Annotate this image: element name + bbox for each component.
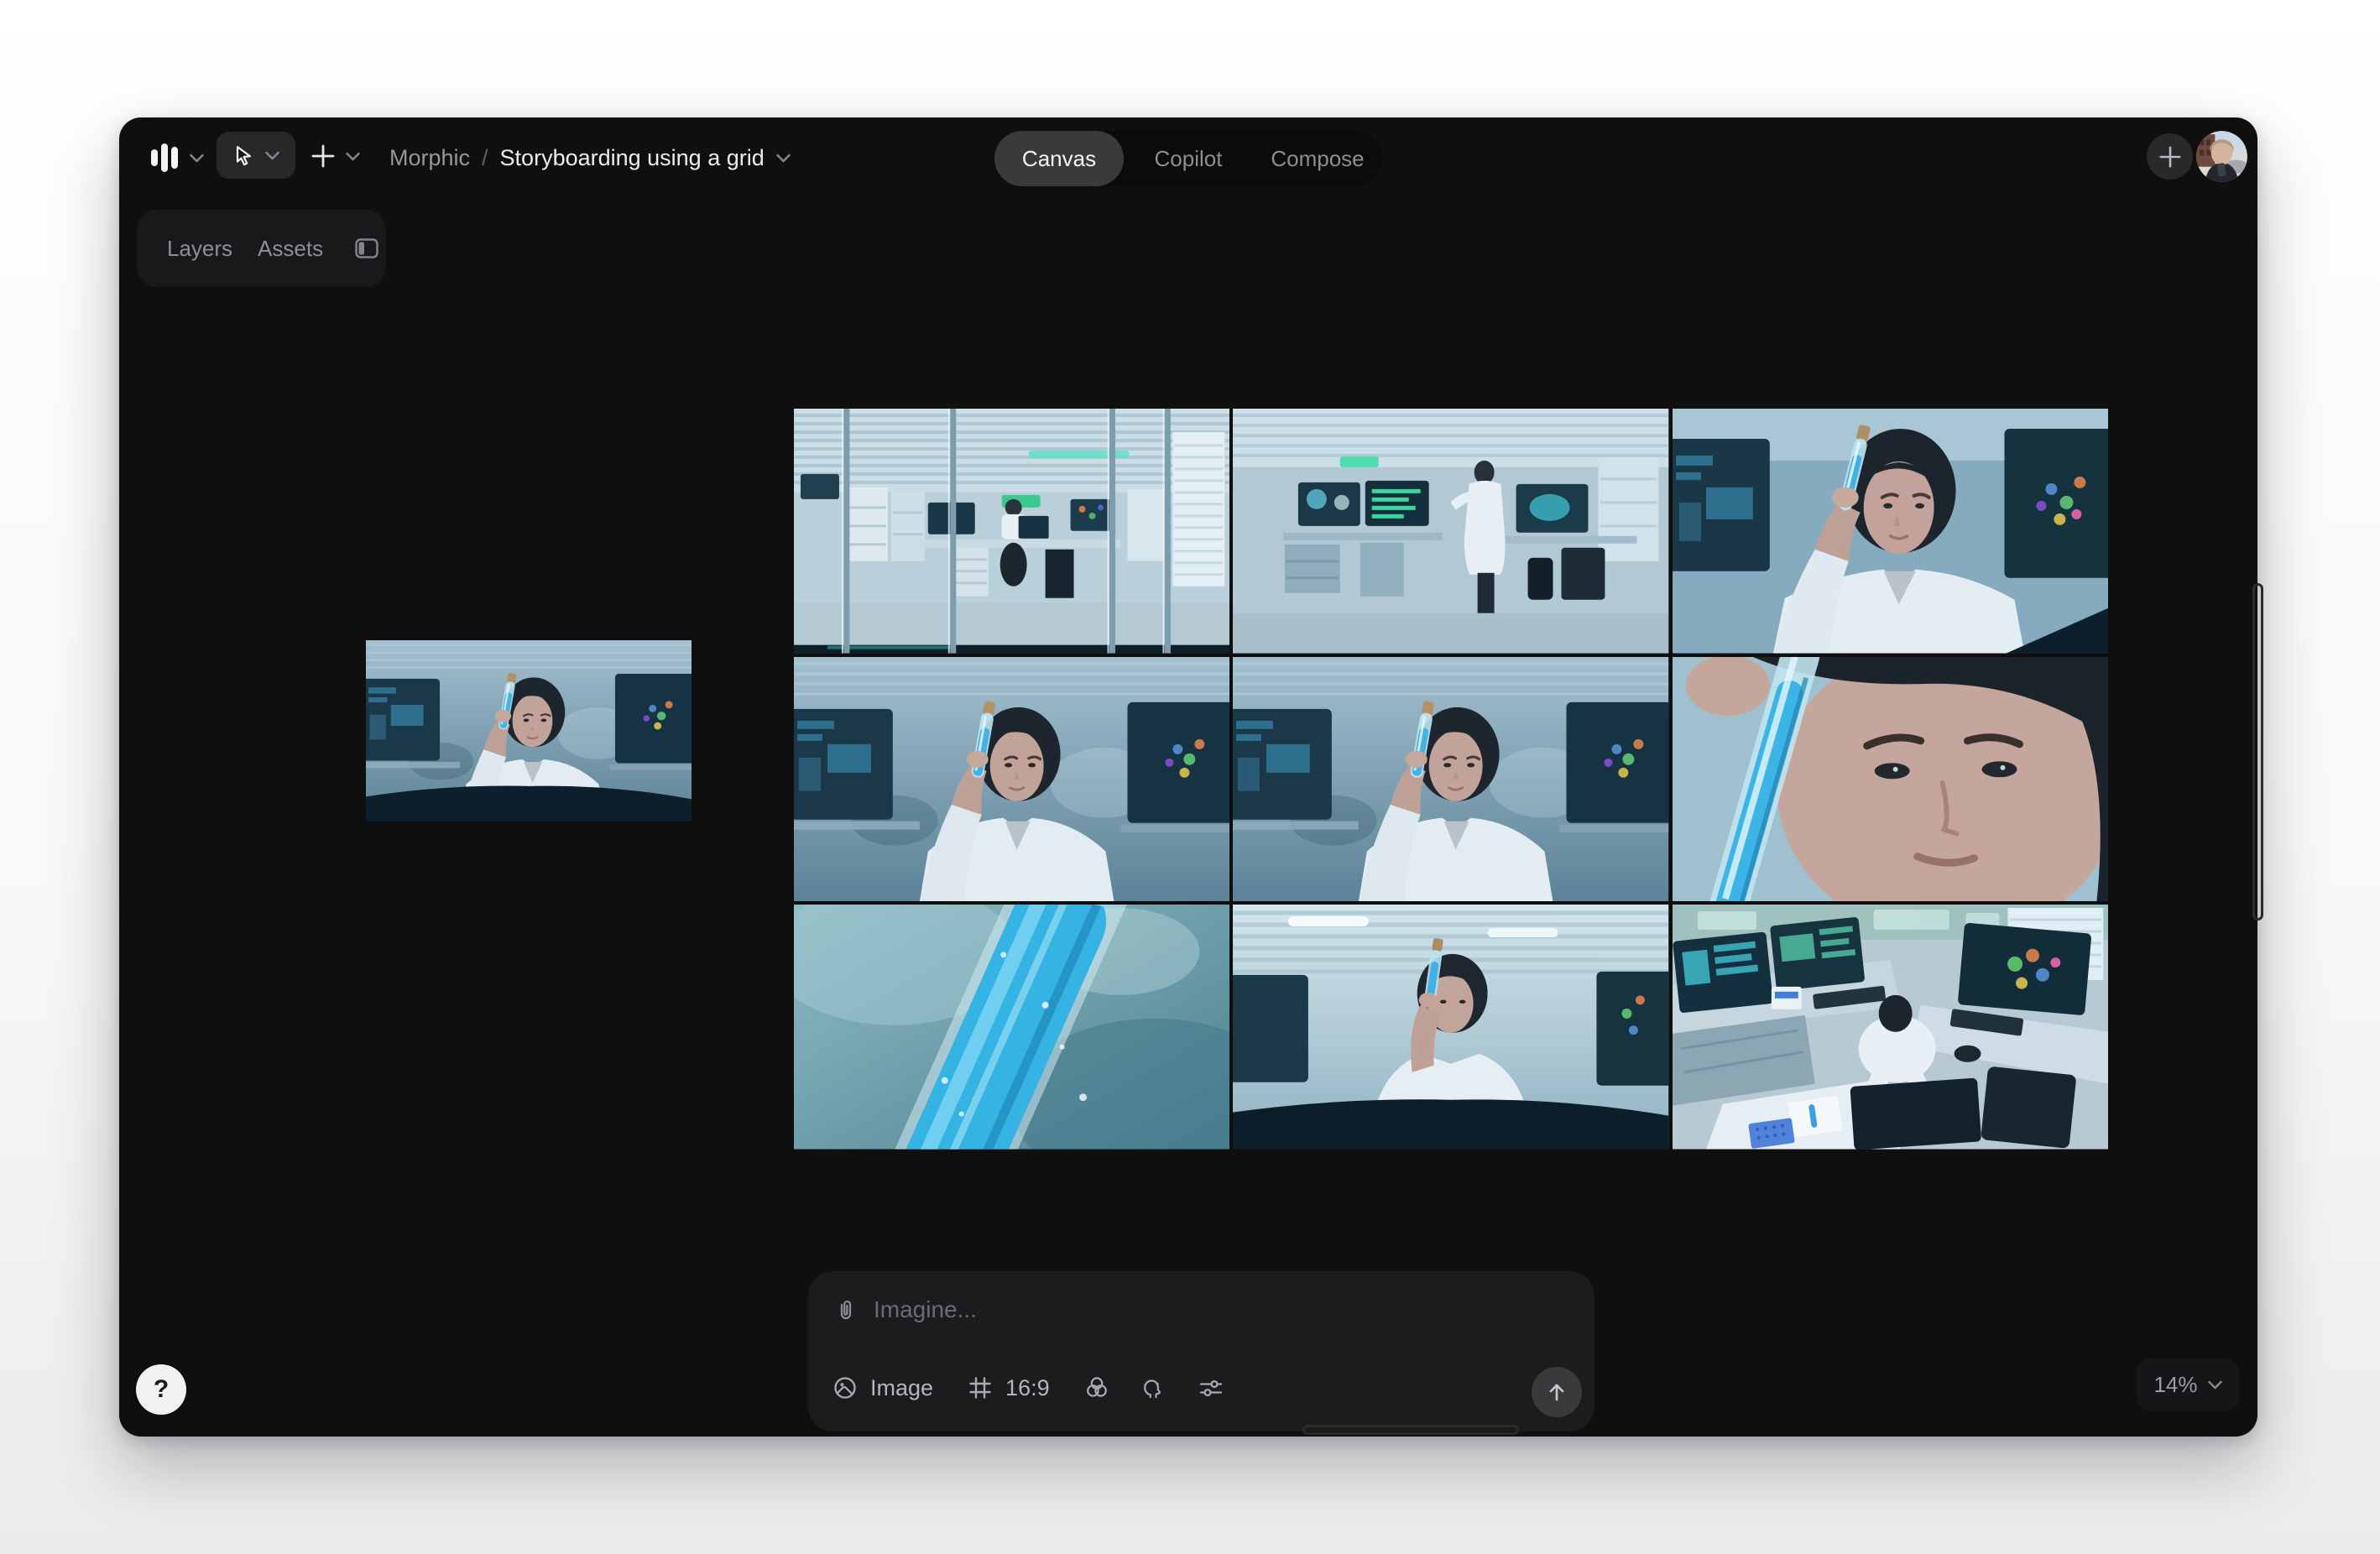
- chevron-down-icon[interactable]: [776, 154, 791, 163]
- plus-icon: [311, 143, 336, 169]
- avatar-photo: [2196, 131, 2247, 182]
- storyboard-grid: [794, 409, 2108, 1139]
- chevron-down-icon: [346, 152, 360, 161]
- mode-tabs: Canvas Copilot Compose: [994, 131, 1382, 186]
- paperclip-icon[interactable]: [833, 1297, 859, 1322]
- vertical-scrollbar[interactable]: [2252, 583, 2263, 920]
- zoom-control[interactable]: 14%: [2137, 1358, 2239, 1411]
- app-menu[interactable]: [151, 134, 204, 181]
- generated-image-9[interactable]: [1673, 905, 2108, 1150]
- select-tool-button[interactable]: [217, 132, 295, 179]
- breadcrumb-separator: /: [482, 145, 488, 171]
- select-cursor-icon: [232, 144, 255, 167]
- chevron-down-icon: [190, 154, 204, 163]
- prompt-bar: Image 16:9: [808, 1271, 1594, 1431]
- arrow-up-icon: [1545, 1380, 1568, 1404]
- side-panel: Layers Assets: [137, 210, 386, 287]
- tab-copilot[interactable]: Copilot: [1124, 131, 1253, 186]
- generated-image-4[interactable]: [794, 657, 1229, 902]
- tab-compose[interactable]: Compose: [1253, 131, 1382, 186]
- generated-image-1[interactable]: [794, 409, 1229, 654]
- prompt-input[interactable]: [874, 1296, 1494, 1323]
- image-icon[interactable]: [832, 1374, 859, 1401]
- breadcrumb-workspace[interactable]: Morphic: [389, 145, 470, 171]
- help-button[interactable]: ?: [136, 1364, 186, 1415]
- output-type-label[interactable]: Image: [870, 1375, 933, 1401]
- sliders-icon[interactable]: [1198, 1374, 1224, 1401]
- generated-image-6[interactable]: [1673, 657, 2108, 902]
- aspect-ratio-value[interactable]: 16:9: [1005, 1375, 1050, 1401]
- persona-icon[interactable]: [1140, 1374, 1167, 1401]
- chevron-down-icon: [2208, 1380, 2222, 1390]
- breadcrumb: Morphic / Storyboarding using a grid: [389, 117, 791, 198]
- send-button[interactable]: [1532, 1367, 1582, 1417]
- tab-canvas[interactable]: Canvas: [994, 131, 1124, 186]
- chevron-down-icon: [265, 151, 279, 160]
- new-project-button[interactable]: [2147, 133, 2193, 180]
- generated-image-7[interactable]: [794, 905, 1229, 1150]
- panel-tab-layers[interactable]: Layers: [167, 236, 232, 262]
- generated-image-2[interactable]: [1233, 409, 1668, 654]
- app-window: Morphic / Storyboarding using a grid Can…: [119, 117, 2257, 1437]
- panel-left-icon[interactable]: [353, 235, 380, 262]
- loop-icon[interactable]: [1083, 1374, 1110, 1401]
- breadcrumb-page-title[interactable]: Storyboarding using a grid: [500, 145, 765, 171]
- horizontal-scrollbar[interactable]: [1302, 1425, 1519, 1435]
- generated-image-5[interactable]: [1233, 657, 1668, 902]
- canvas-thumbnail-image[interactable]: [366, 640, 692, 821]
- zoom-value: 14%: [2153, 1372, 2197, 1398]
- avatar[interactable]: [2196, 131, 2247, 182]
- insert-button[interactable]: [311, 134, 360, 178]
- aspect-ratio-icon[interactable]: [967, 1374, 994, 1401]
- plus-icon: [2158, 145, 2182, 169]
- generated-image-8[interactable]: [1233, 905, 1668, 1150]
- generated-image-3[interactable]: [1673, 409, 2108, 654]
- panel-tab-assets[interactable]: Assets: [258, 236, 323, 262]
- morphic-logo-icon: [151, 143, 178, 172]
